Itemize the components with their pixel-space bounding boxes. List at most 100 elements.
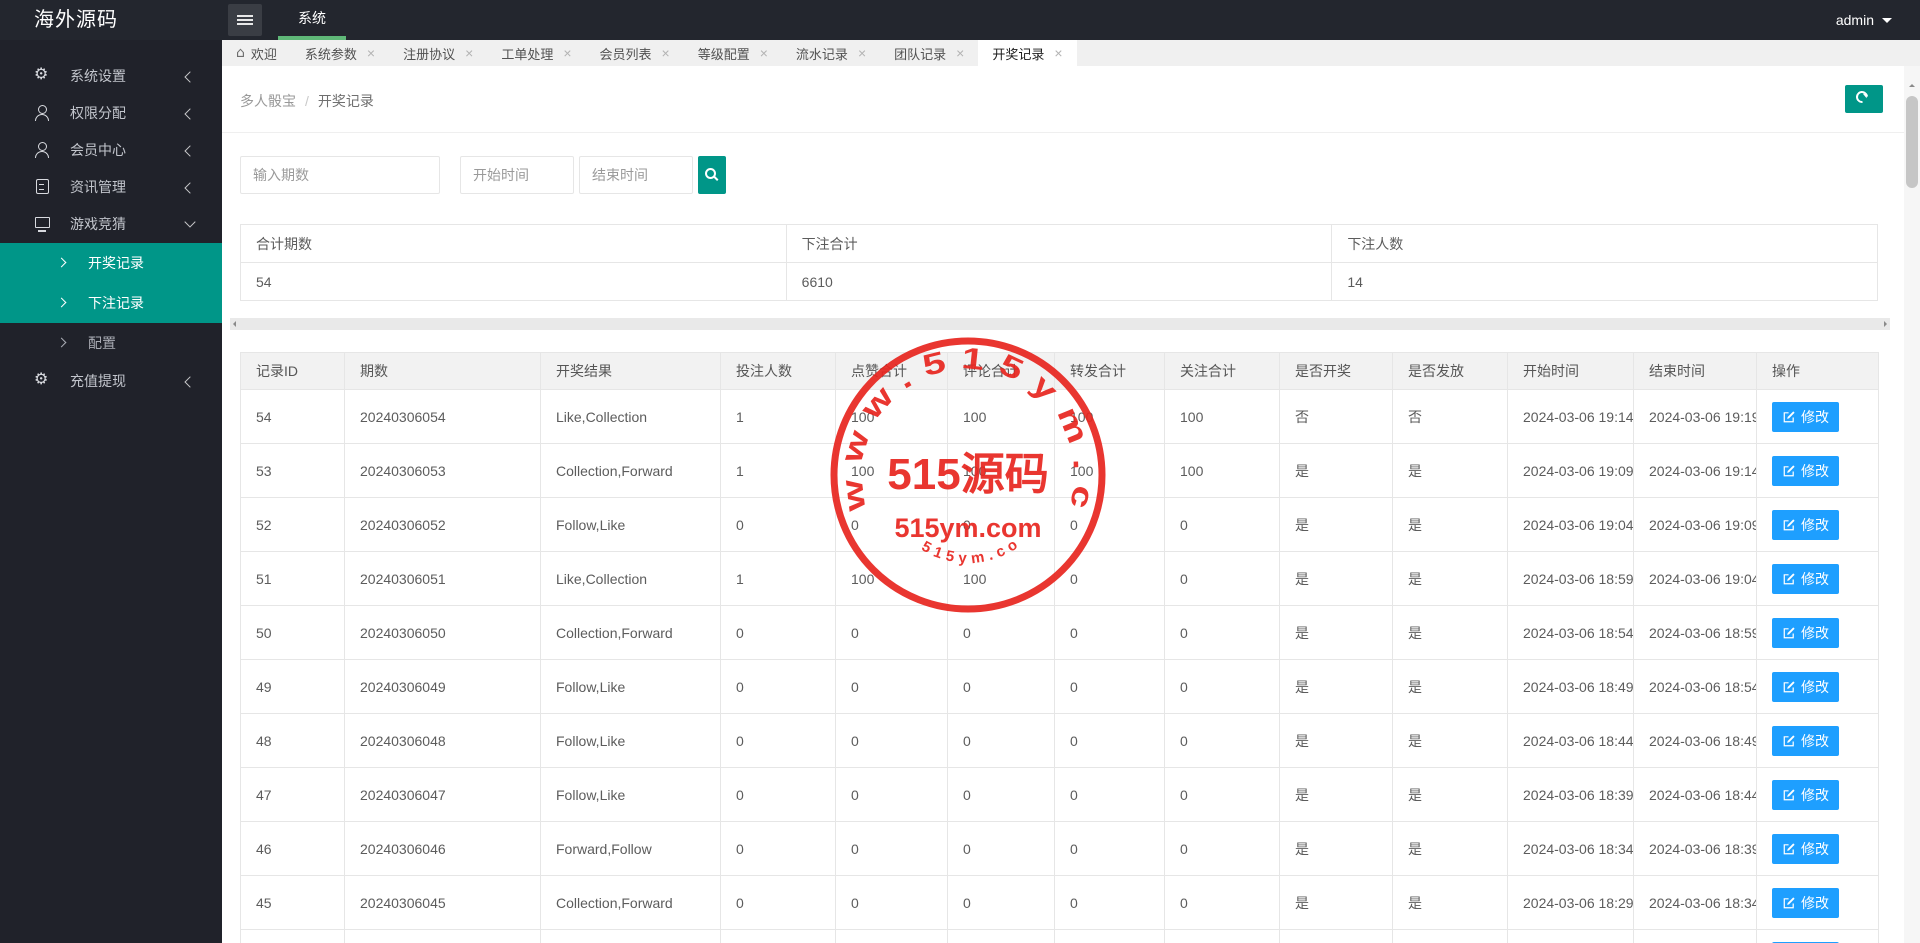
table-cell: 0 xyxy=(947,767,1055,822)
horizontal-scrollbar[interactable] xyxy=(230,318,1890,330)
table-cell: 2024-03-06 18:49 xyxy=(1633,713,1757,768)
tab-item[interactable]: 注册协议 × xyxy=(389,40,487,66)
period-input[interactable] xyxy=(240,156,440,194)
table-cell-action: 修改 xyxy=(1756,929,1879,943)
sidebar-item[interactable]: 会员中心 xyxy=(0,132,222,169)
breadcrumb-parent[interactable]: 多人骰宝 xyxy=(240,93,296,109)
tab-item[interactable]: ⌂ 欢迎 xyxy=(222,40,291,66)
table-cell: 50 xyxy=(240,605,345,660)
records-header-cell: 点赞合计 xyxy=(835,352,948,390)
table-cell: 0 xyxy=(1054,497,1165,552)
tab-label: 团队记录 xyxy=(894,46,947,62)
sidebar-subitem[interactable]: 下注记录 xyxy=(0,283,222,323)
table-cell: 2024-03-06 19:04 xyxy=(1633,551,1757,606)
table-cell: 否 xyxy=(1392,389,1508,444)
table-cell: 2024-03-06 18:34 xyxy=(1633,875,1757,930)
edit-icon xyxy=(1783,896,1795,908)
sidebar-item-label: 充值提现 xyxy=(70,373,126,389)
table-cell: Follow,Like xyxy=(540,767,721,822)
hamburger-button[interactable] xyxy=(228,4,262,36)
table-cell-action: 修改 xyxy=(1756,497,1879,552)
refresh-button[interactable] xyxy=(1845,85,1883,113)
edit-button[interactable]: 修改 xyxy=(1772,617,1839,648)
tab-label: 流水记录 xyxy=(795,46,848,62)
sidebar-item[interactable]: ⚙ 充值提现 xyxy=(0,363,222,400)
table-cell: 2024-03-06 18:44 xyxy=(1507,713,1634,768)
edit-icon xyxy=(1783,680,1795,692)
sidebar-subitem[interactable]: 开奖记录 xyxy=(0,243,222,283)
vertical-scrollbar[interactable] xyxy=(1904,66,1920,943)
records-header-cell: 记录ID xyxy=(240,352,345,390)
close-icon[interactable]: × xyxy=(760,45,768,61)
close-icon[interactable]: × xyxy=(1054,45,1062,61)
scroll-up-icon[interactable] xyxy=(1908,84,1915,87)
sidebar-item[interactable]: 资讯管理 xyxy=(0,169,222,206)
table-cell: 是 xyxy=(1279,443,1393,498)
edit-icon xyxy=(1783,572,1795,584)
table-cell: 100 xyxy=(1164,443,1280,498)
table-cell: 100 xyxy=(1054,443,1165,498)
scrollbar-thumb[interactable] xyxy=(1906,96,1918,188)
sidebar-item[interactable]: 权限分配 xyxy=(0,95,222,132)
table-cell: Like,Collection xyxy=(540,389,721,444)
table-cell: 20240306046 xyxy=(344,821,541,876)
sidebar-subitem[interactable]: 配置 xyxy=(0,323,222,363)
edit-button[interactable]: 修改 xyxy=(1772,509,1839,540)
sidebar-item[interactable]: 游戏竞猜 xyxy=(0,206,222,243)
scroll-left-icon[interactable] xyxy=(233,321,236,327)
close-icon[interactable]: × xyxy=(465,45,473,61)
table-cell: 0 xyxy=(1054,605,1165,660)
table-cell: Like,Collection xyxy=(540,551,721,606)
username: admin xyxy=(1835,12,1874,28)
user-dropdown[interactable]: admin xyxy=(1836,0,1892,40)
table-cell-action: 修改 xyxy=(1756,605,1879,660)
nav-item-system[interactable]: 系统 xyxy=(278,0,346,40)
close-icon[interactable]: × xyxy=(662,45,670,61)
edit-button[interactable]: 修改 xyxy=(1772,779,1839,810)
table-cell-action: 修改 xyxy=(1756,767,1879,822)
sidebar-item[interactable]: ⚙ 系统设置 xyxy=(0,58,222,95)
table-cell: 47 xyxy=(240,767,345,822)
table-cell: 20240306052 xyxy=(344,497,541,552)
chevron-down-icon xyxy=(184,216,196,228)
chevron-left-icon xyxy=(184,145,196,157)
edit-button-label: 修改 xyxy=(1801,624,1829,641)
tab-item[interactable]: 系统参数 × xyxy=(291,40,389,66)
scroll-right-icon[interactable] xyxy=(1884,321,1887,327)
tab-item[interactable]: 会员列表 × xyxy=(586,40,684,66)
edit-icon xyxy=(1783,734,1795,746)
tab-item[interactable]: 工单处理 × xyxy=(487,40,585,66)
table-cell: 0 xyxy=(1164,713,1280,768)
breadcrumb: 多人骰宝 / 开奖记录 xyxy=(240,91,374,111)
edit-button[interactable]: 修改 xyxy=(1772,563,1839,594)
edit-button[interactable]: 修改 xyxy=(1772,455,1839,486)
table-cell: 2024-03-06 18:54 xyxy=(1507,605,1634,660)
chevron-down-icon xyxy=(1882,18,1892,28)
search-button[interactable] xyxy=(698,156,726,194)
close-icon[interactable]: × xyxy=(563,45,571,61)
table-row: 45 20240306045 Collection,Forward 0 0 0 0 0 是是 20… xyxy=(240,875,1879,930)
edit-button[interactable]: 修改 xyxy=(1772,833,1839,864)
edit-button[interactable]: 修改 xyxy=(1772,887,1839,918)
end-time-input[interactable] xyxy=(579,156,693,194)
records-header-cell: 是否发放 xyxy=(1392,352,1508,390)
close-icon[interactable]: × xyxy=(956,45,964,61)
tab-item[interactable]: 等级配置 × xyxy=(684,40,782,66)
edit-button[interactable]: 修改 xyxy=(1772,725,1839,756)
records-table-body: 54 20240306054 Like,Collection 1 100 100 100 10… xyxy=(240,389,1879,943)
records-header-cell: 期数 xyxy=(344,352,541,390)
tab-item[interactable]: 流水记录 × xyxy=(782,40,880,66)
chevron-left-icon xyxy=(184,108,196,120)
main-content: 合计期数下注合计下注人数 54661014 记录ID期数开奖结果投注人数点赞合计… xyxy=(222,132,1904,943)
records-header-cell: 是否开奖 xyxy=(1279,352,1393,390)
close-icon[interactable]: × xyxy=(858,45,866,61)
tab-active[interactable]: 开奖记录 × xyxy=(978,40,1077,66)
table-cell: 0 xyxy=(947,713,1055,768)
start-time-input[interactable] xyxy=(460,156,574,194)
table-cell: 0 xyxy=(720,659,836,714)
sidebar-item-label: 系统设置 xyxy=(70,68,126,84)
tab-item[interactable]: 团队记录 × xyxy=(880,40,978,66)
edit-button[interactable]: 修改 xyxy=(1772,671,1839,702)
edit-button[interactable]: 修改 xyxy=(1772,401,1839,432)
close-icon[interactable]: × xyxy=(367,45,375,61)
